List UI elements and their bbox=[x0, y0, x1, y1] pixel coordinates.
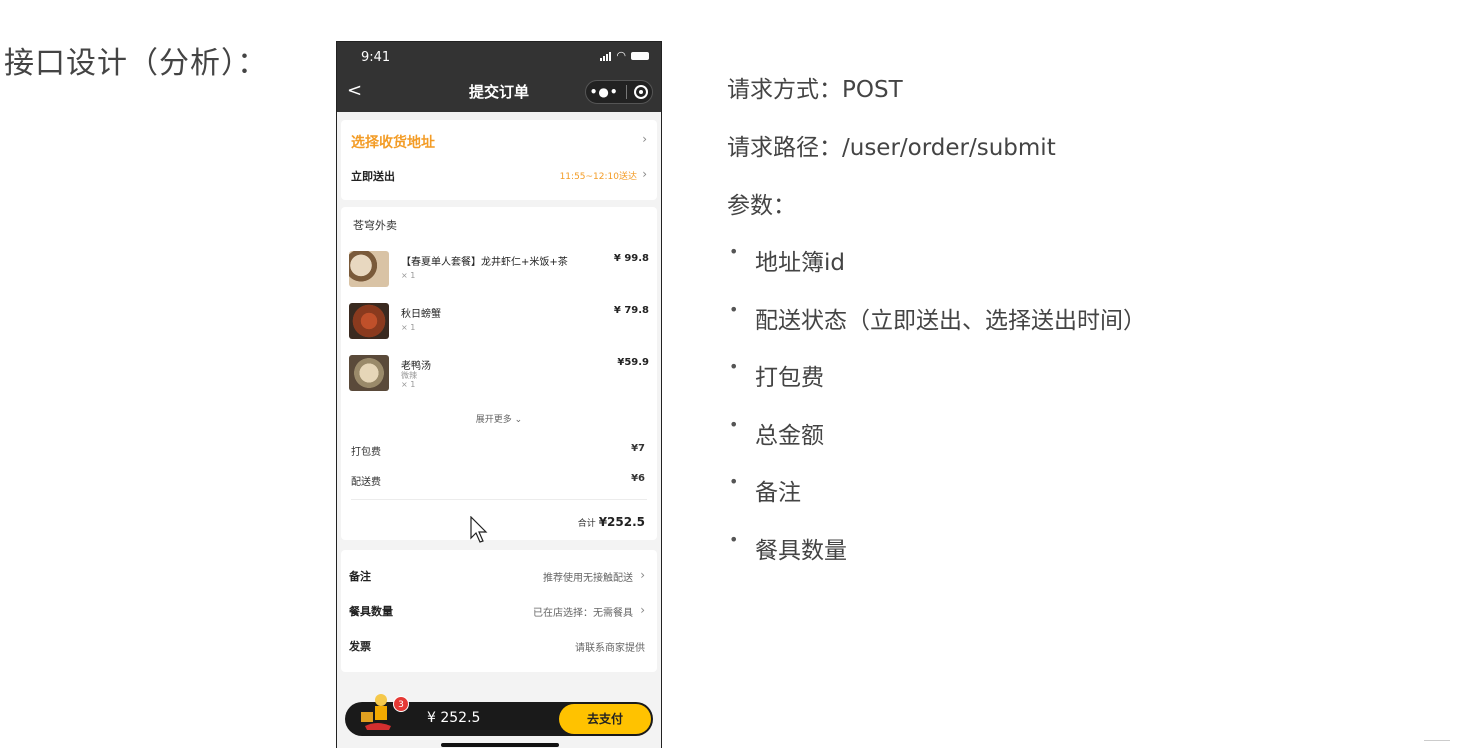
address-card[interactable]: 选择收货地址 › 立即送出 11:55~12:10送达 › bbox=[341, 120, 657, 200]
param-item: • 打包费 bbox=[727, 357, 1146, 416]
divider bbox=[351, 499, 647, 500]
delivery-fee-row: 配送费 ¥6 bbox=[351, 473, 645, 488]
chevron-down-icon: ⌄ bbox=[514, 415, 523, 425]
total-row: 合计 ¥252.5 bbox=[578, 515, 645, 529]
bullet-icon: • bbox=[729, 529, 739, 549]
remark-label: 备注 bbox=[349, 570, 371, 583]
order-item: 老鸭汤 微辣 × 1 ¥59.9 bbox=[349, 355, 649, 395]
bullet-icon: • bbox=[729, 357, 739, 377]
bullet-icon: • bbox=[729, 414, 739, 434]
delivery-fee-label: 配送费 bbox=[351, 477, 381, 488]
total-label: 合计 bbox=[577, 519, 596, 529]
mini-program-capsule[interactable]: •●• bbox=[585, 80, 653, 104]
param-text: 打包费 bbox=[755, 365, 824, 392]
food-image bbox=[349, 355, 389, 391]
item-price: ¥ 99.8 bbox=[613, 253, 649, 264]
extra-card: 备注 推荐使用无接触配送 › 餐具数量 已在店选择：无需餐具 › 发票 请联系商… bbox=[341, 550, 657, 672]
more-icon[interactable]: •●• bbox=[590, 85, 619, 99]
item-name: 秋日螃蟹 bbox=[401, 309, 441, 320]
battery-icon bbox=[631, 52, 649, 60]
param-text: 备注 bbox=[755, 480, 801, 507]
param-item: • 备注 bbox=[727, 472, 1146, 531]
slide-title: 接口设计（分析）： bbox=[4, 46, 268, 81]
item-qty: × 1 bbox=[401, 271, 416, 280]
deliver-time[interactable]: 11:55~12:10送达 bbox=[560, 169, 637, 182]
phone-screenshot: 9:41 ◠ < 提交订单 •●• 选择收货地址 › 立即送出 11:55~12… bbox=[336, 41, 662, 748]
param-text: 总金额 bbox=[755, 422, 824, 449]
invoice-row: 发票 请联系商家提供 bbox=[349, 638, 645, 658]
phone-header: 9:41 ◠ < 提交订单 •●• bbox=[337, 42, 661, 112]
food-image bbox=[349, 251, 389, 287]
chevron-right-icon: › bbox=[642, 167, 647, 181]
remark-value: 推荐使用无接触配送 bbox=[543, 573, 633, 584]
param-text: 配送状态（立即送出、选择送出时间） bbox=[755, 307, 1146, 334]
chevron-right-icon: › bbox=[642, 132, 647, 146]
tableware-label: 餐具数量 bbox=[349, 605, 393, 618]
deliver-now-label: 立即送出 bbox=[351, 170, 395, 183]
total-value: ¥252.5 bbox=[598, 515, 645, 529]
pay-amount: ¥ 252.5 bbox=[427, 710, 481, 726]
item-price: ¥59.9 bbox=[617, 357, 649, 368]
param-item: • 总金额 bbox=[727, 414, 1146, 474]
chevron-right-icon: › bbox=[640, 568, 645, 582]
item-qty: × 1 bbox=[401, 380, 416, 389]
status-time: 9:41 bbox=[361, 50, 391, 65]
bullet-icon: • bbox=[729, 472, 739, 492]
request-path: 请求路径：/user/order/submit bbox=[727, 135, 1056, 161]
pay-button[interactable]: 去支付 bbox=[559, 704, 651, 734]
signal-icon bbox=[600, 51, 612, 61]
expand-more-button[interactable]: 展开更多 ⌄ bbox=[341, 412, 657, 425]
corner-decoration bbox=[1424, 740, 1450, 746]
invoice-label: 发票 bbox=[349, 640, 371, 653]
item-qty: × 1 bbox=[401, 323, 416, 332]
tableware-row[interactable]: 餐具数量 已在店选择：无需餐具 › bbox=[349, 603, 645, 623]
select-address-title[interactable]: 选择收货地址 bbox=[351, 132, 435, 152]
param-item: • 配送状态（立即送出、选择送出时间） bbox=[727, 299, 1146, 359]
delivery-fee-value: ¥6 bbox=[631, 473, 645, 484]
bullet-icon: • bbox=[729, 299, 739, 319]
expand-more-label: 展开更多 bbox=[475, 415, 512, 425]
request-method: 请求方式：POST bbox=[727, 77, 903, 103]
food-image bbox=[349, 303, 389, 339]
pay-bar: 3 ¥ 252.5 去支付 bbox=[345, 694, 653, 736]
params-label: 参数： bbox=[727, 193, 796, 219]
item-name: 【春夏单人套餐】龙井虾仁+米饭+茶 bbox=[401, 257, 568, 268]
order-card: 苍穹外卖 【春夏单人套餐】龙井虾仁+米饭+茶 × 1 ¥ 99.8 秋日螃蟹 ×… bbox=[341, 207, 657, 540]
tableware-value: 已在店选择：无需餐具 bbox=[533, 608, 633, 619]
wifi-icon: ◠ bbox=[616, 49, 626, 62]
mouse-cursor-icon bbox=[470, 516, 488, 543]
packing-fee-row: 打包费 ¥7 bbox=[351, 443, 645, 458]
close-target-icon[interactable] bbox=[634, 85, 649, 99]
order-item: 秋日螃蟹 × 1 ¥ 79.8 bbox=[349, 303, 649, 343]
bullet-icon: • bbox=[729, 242, 739, 261]
param-text: 地址簿id bbox=[755, 250, 845, 276]
remark-row[interactable]: 备注 推荐使用无接触配送 › bbox=[349, 568, 645, 588]
capsule-divider bbox=[625, 85, 627, 99]
delivery-rider-icon bbox=[361, 694, 391, 730]
cart-count-badge: 3 bbox=[393, 696, 409, 712]
param-item: • 餐具数量 bbox=[727, 529, 1146, 589]
chevron-right-icon: › bbox=[640, 603, 645, 617]
shop-name: 苍穹外卖 bbox=[353, 219, 397, 232]
params-list: • 地址簿id • 配送状态（立即送出、选择送出时间） • 打包费 • 总金额 • 备注 … bbox=[727, 242, 1146, 589]
param-text: 餐具数量 bbox=[755, 537, 847, 564]
packing-fee-label: 打包费 bbox=[351, 447, 381, 458]
status-icons: ◠ bbox=[600, 49, 649, 62]
item-price: ¥ 79.8 bbox=[613, 305, 649, 316]
home-indicator bbox=[441, 743, 559, 747]
order-item: 【春夏单人套餐】龙井虾仁+米饭+茶 × 1 ¥ 99.8 bbox=[349, 251, 649, 291]
packing-fee-value: ¥7 bbox=[631, 443, 645, 454]
invoice-value: 请联系商家提供 bbox=[575, 643, 645, 654]
param-item: • 地址簿id bbox=[727, 242, 1146, 301]
